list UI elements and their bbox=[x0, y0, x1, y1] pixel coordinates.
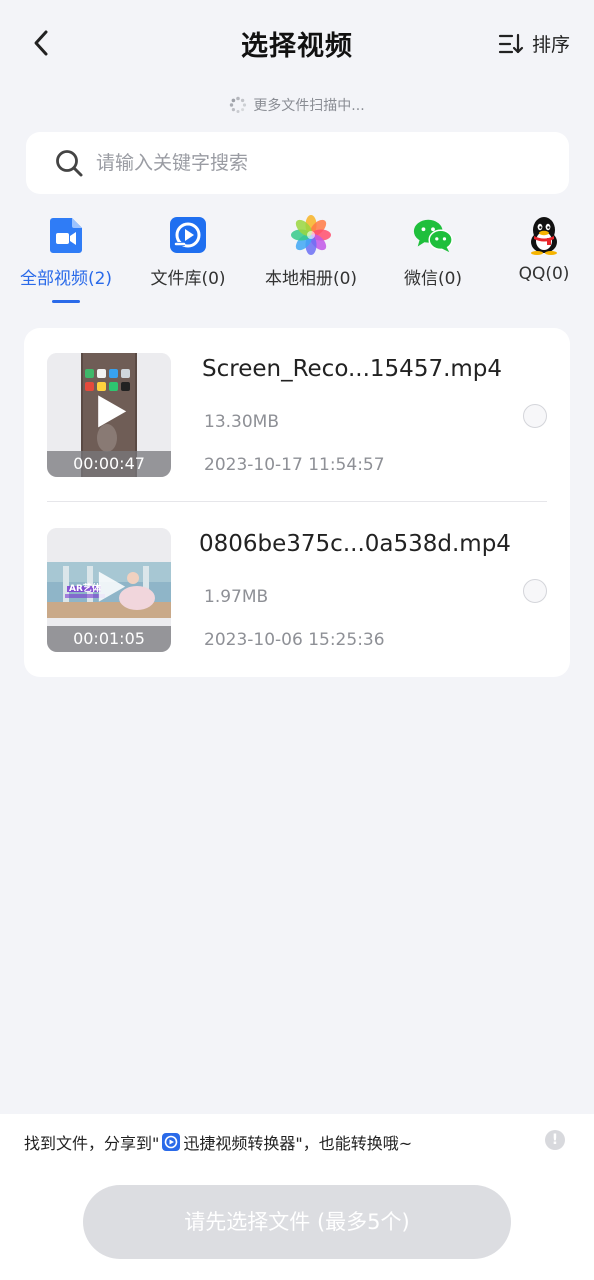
scan-status: 更多文件扫描中... bbox=[0, 95, 594, 115]
tab-local-album[interactable]: 本地相册(0) bbox=[260, 214, 362, 289]
tab-qq[interactable]: QQ(0) bbox=[512, 214, 576, 284]
video-thumbnail: AR艺体 00:01:05 bbox=[47, 528, 171, 652]
scan-status-text: 更多文件扫描中... bbox=[253, 98, 365, 114]
category-tabs: 全部视频(2) 文件库(0) 本地相册(0) 微信(0) QQ(0) bbox=[0, 214, 594, 310]
qq-penguin-icon bbox=[523, 214, 565, 256]
select-files-button[interactable]: 请先选择文件 (最多5个) bbox=[83, 1185, 511, 1259]
tab-all-videos[interactable]: 全部视频(2) bbox=[18, 214, 114, 289]
video-duration: 00:01:05 bbox=[47, 626, 171, 652]
file-date: 2023-10-06 15:25:36 bbox=[204, 630, 385, 650]
select-video-screen: 选择视频 排序 更多文件扫描中... 请输入关键字搜索 全部视频(2) 文件库(… bbox=[0, 0, 594, 1280]
select-radio[interactable] bbox=[523, 404, 547, 428]
sort-label: 排序 bbox=[531, 34, 570, 56]
video-camera-icon bbox=[45, 214, 87, 256]
share-hint: 找到文件，分享到" 迅捷视频转换器 "，也能转换哦~ bbox=[24, 1130, 412, 1154]
hint-app-name: 迅捷视频转换器 bbox=[183, 1134, 296, 1153]
tab-label: 微信(0) bbox=[403, 269, 463, 289]
wechat-icon bbox=[412, 214, 454, 256]
tab-label: QQ(0) bbox=[518, 264, 570, 284]
divider bbox=[47, 501, 547, 502]
video-thumbnail: 00:00:47 bbox=[47, 353, 171, 477]
header: 选择视频 排序 bbox=[0, 0, 594, 88]
play-icon bbox=[98, 395, 127, 428]
bottom-panel: 找到文件，分享到" 迅捷视频转换器 "，也能转换哦~ ! 请先选择文件 (最多5… bbox=[0, 1114, 594, 1280]
hint-suffix: "，也能转换哦~ bbox=[295, 1134, 413, 1153]
file-size: 1.97MB bbox=[204, 587, 269, 607]
sort-icon bbox=[498, 33, 524, 53]
app-logo-icon bbox=[162, 1133, 181, 1151]
tab-label: 全部视频(2) bbox=[19, 269, 113, 289]
active-tab-indicator bbox=[52, 300, 80, 303]
sort-button[interactable]: 排序 bbox=[498, 30, 570, 57]
hint-prefix: 找到文件，分享到" bbox=[24, 1134, 160, 1153]
file-name: 0806be375c...0a538d.mp4 bbox=[199, 531, 511, 557]
search-icon bbox=[56, 150, 83, 177]
photos-flower-icon bbox=[290, 214, 332, 256]
tab-file-library[interactable]: 文件库(0) bbox=[144, 214, 232, 289]
list-item[interactable]: 00:00:47 Screen_Reco...15457.mp4 13.30MB… bbox=[24, 328, 570, 502]
video-duration: 00:00:47 bbox=[47, 451, 171, 477]
file-date: 2023-10-17 11:54:57 bbox=[204, 455, 385, 475]
search-input[interactable] bbox=[96, 152, 516, 174]
select-radio[interactable] bbox=[523, 579, 547, 603]
tab-label: 文件库(0) bbox=[150, 269, 226, 289]
play-icon bbox=[98, 571, 126, 602]
file-list: 00:00:47 Screen_Reco...15457.mp4 13.30MB… bbox=[24, 328, 570, 677]
info-icon[interactable]: ! bbox=[545, 1130, 565, 1150]
tab-label: 本地相册(0) bbox=[264, 269, 358, 289]
search-bar[interactable] bbox=[26, 132, 569, 194]
file-size: 13.30MB bbox=[204, 412, 279, 432]
tab-wechat[interactable]: 微信(0) bbox=[398, 214, 468, 289]
list-item[interactable]: AR艺体 00:01:05 0806be375c...0a538d.mp4 1.… bbox=[24, 503, 570, 677]
loading-spinner-icon bbox=[230, 96, 247, 113]
file-name: Screen_Reco...15457.mp4 bbox=[202, 356, 503, 382]
file-library-icon bbox=[167, 214, 209, 256]
